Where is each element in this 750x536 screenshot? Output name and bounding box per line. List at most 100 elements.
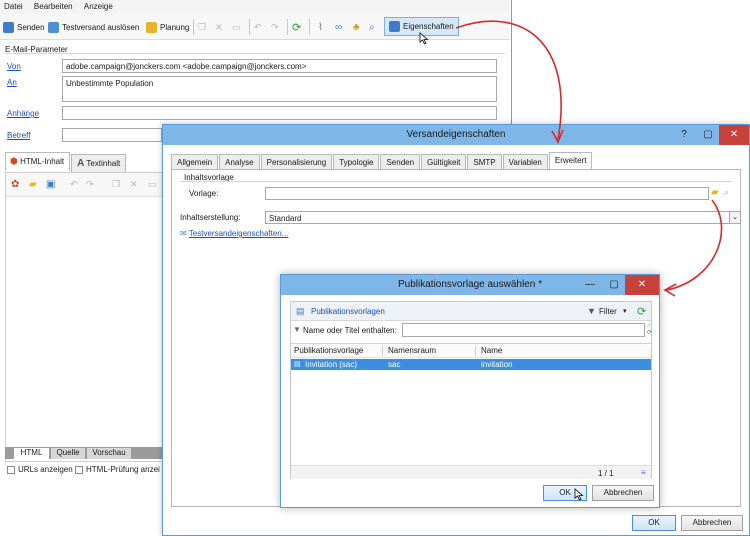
subject-link[interactable]: Betreff: [7, 131, 30, 140]
from-field[interactable]: adobe.campaign@jonckers.com <adobe.campa…: [62, 59, 497, 73]
send-button[interactable]: Senden: [3, 19, 45, 35]
template-field[interactable]: [265, 187, 709, 200]
cancel-button[interactable]: Abbrechen: [592, 485, 654, 501]
attachments-field[interactable]: [62, 106, 497, 120]
redo-icon[interactable]: ↷: [86, 179, 94, 190]
list-options-icon[interactable]: ≡: [641, 468, 646, 477]
template-folder-icon: ▤: [296, 306, 305, 316]
schedule-button[interactable]: Planung: [146, 19, 189, 35]
menu-file[interactable]: Datei: [0, 0, 28, 11]
column-divider: [382, 346, 383, 356]
dialog-titlebar: Versandeigenschaften ? ▢ ✕: [163, 125, 749, 145]
tab-html-content[interactable]: ⬢ HTML-Inhalt: [5, 152, 71, 171]
cancel-button[interactable]: Abbrechen: [681, 515, 743, 531]
tab-preview[interactable]: Vorschau: [87, 448, 131, 459]
copy-icon[interactable]: ❐: [112, 179, 120, 190]
content-creation-select[interactable]: Standard: [265, 211, 731, 224]
to-value: Unbestimmte Population: [66, 79, 154, 88]
filter-icon: ▼: [293, 325, 301, 334]
ok-button[interactable]: OK: [632, 515, 676, 531]
redo-icon[interactable]: ↷: [271, 19, 279, 35]
folder-label[interactable]: Publikationsvorlagen: [311, 307, 385, 316]
results-table: Publikationsvorlage Namensraum Name ▤ In…: [291, 343, 651, 479]
attachments-link[interactable]: Anhänge: [7, 109, 39, 118]
undo-icon[interactable]: ↶: [254, 19, 262, 35]
template-picker-dialog: Publikationsvorlage auswählen * — ▢ ✕ ▤ …: [280, 274, 660, 508]
tab-source[interactable]: Quelle: [51, 448, 85, 459]
tab-advanced[interactable]: Erweitert: [548, 152, 593, 169]
toolbar-separator: [193, 19, 194, 35]
delete-icon[interactable]: ▭: [148, 179, 157, 190]
subject-field[interactable]: [62, 128, 162, 142]
filter-icon[interactable]: ▼: [587, 306, 596, 316]
tab-html[interactable]: HTML: [14, 448, 49, 459]
column-divider: [475, 346, 476, 356]
tab-text-content[interactable]: A Textinhalt: [71, 154, 127, 173]
open-folder-icon[interactable]: ▰: [29, 179, 37, 190]
search-options-icon[interactable]: ○ ⟳: [647, 323, 652, 337]
toolbar-separator: [309, 19, 310, 35]
tab-html-content-label: HTML-Inhalt: [20, 157, 65, 166]
cut-icon[interactable]: ✕: [215, 19, 223, 35]
maximize-button[interactable]: ▢: [697, 125, 719, 145]
magnifier-icon[interactable]: ⌕: [724, 187, 729, 198]
picker-titlebar: Publikationsvorlage auswählen * — ▢ ✕: [281, 275, 659, 295]
menu-edit[interactable]: Bearbeiten: [30, 0, 78, 11]
column-header-template[interactable]: Publikationsvorlage: [294, 346, 363, 355]
help-button[interactable]: ?: [673, 125, 695, 145]
test-properties-link[interactable]: ✉ Testversandeigenschaften...: [180, 229, 288, 238]
menu-view[interactable]: Anzeige: [80, 0, 118, 11]
column-header-namespace[interactable]: Namensraum: [388, 346, 436, 355]
show-urls-checkbox[interactable]: URLs anzeigen: [7, 465, 73, 474]
folder-icon[interactable]: ▰: [711, 187, 719, 198]
cut-icon[interactable]: ✕: [130, 179, 138, 190]
personalize-icon[interactable]: ♣: [353, 19, 360, 35]
picker-panel: ▤ Publikationsvorlagen ▼ Filter ▾ ⟳ ▼ Na…: [290, 301, 652, 479]
dialog-title: Versandeigenschaften: [406, 129, 506, 140]
test-send-button[interactable]: Testversand auslösen: [48, 19, 139, 35]
editor-panel: ✿ ▰ ▣ ↶ ↷ ❐ ✕ ▭: [5, 172, 166, 462]
picker-title: Publikationsvorlage auswählen *: [398, 279, 542, 290]
delete-icon[interactable]: ▭: [232, 19, 241, 35]
schedule-label: Planung: [160, 22, 190, 32]
tab-text-content-label: Textinhalt: [86, 159, 121, 168]
chevron-down-icon[interactable]: ▾: [623, 307, 627, 315]
close-button[interactable]: ✕: [625, 275, 659, 295]
close-button[interactable]: ✕: [719, 125, 749, 145]
to-link[interactable]: An: [7, 78, 17, 87]
checkbox-box[interactable]: [7, 465, 15, 474]
maximize-button[interactable]: ▢: [603, 275, 625, 295]
refresh-icon[interactable]: ⟳: [637, 305, 646, 318]
send-label: Senden: [17, 22, 45, 32]
test-envelope-icon: [48, 21, 59, 33]
bottom-tabs-bar: HTML Quelle Vorschau: [5, 447, 165, 459]
filter-label[interactable]: Filter: [599, 307, 617, 316]
html-check-label: HTML-Prüfung anzei: [86, 465, 160, 474]
text-icon: A: [77, 158, 85, 169]
attachment-icon[interactable]: ⌇: [318, 19, 323, 35]
row-namespace: sac: [388, 360, 401, 369]
column-header-name[interactable]: Name: [481, 346, 502, 355]
pager-bar: 1 / 1 ≡: [291, 465, 651, 479]
table-row[interactable]: ▤ Invitation (sac) sac invitation: [291, 359, 651, 370]
html-check-checkbox[interactable]: HTML-Prüfung anzei: [75, 465, 165, 474]
refresh-icon[interactable]: ⟳: [292, 19, 301, 35]
minimize-button[interactable]: —: [579, 275, 601, 295]
new-icon[interactable]: ✿: [11, 179, 19, 190]
properties-icon: [389, 21, 400, 32]
properties-label: Eigenschaften: [403, 22, 454, 31]
save-icon[interactable]: ▣: [46, 179, 55, 190]
from-link[interactable]: Von: [7, 62, 21, 71]
search-input[interactable]: [402, 323, 645, 337]
to-field[interactable]: Unbestimmte Population: [62, 76, 497, 102]
tracking-icon[interactable]: ⌕: [369, 19, 375, 35]
editor-toolbar: ✿ ▰ ▣ ↶ ↷ ❐ ✕ ▭: [6, 173, 166, 197]
link-icon[interactable]: ∞: [335, 19, 342, 35]
undo-icon[interactable]: ↶: [70, 179, 78, 190]
envelope-icon: [3, 21, 14, 33]
toolbar-separator: [249, 19, 250, 35]
copy-icon[interactable]: ❐: [198, 19, 206, 35]
chevron-down-icon[interactable]: ⌄: [729, 211, 741, 224]
test-send-label: Testversand auslösen: [62, 22, 140, 32]
checkbox-box[interactable]: [75, 465, 83, 474]
